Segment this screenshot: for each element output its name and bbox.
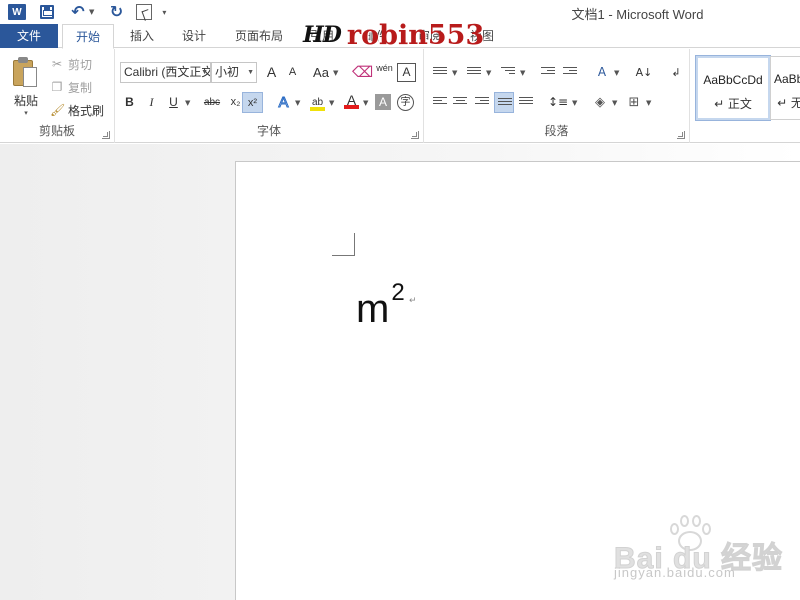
paste-label: 粘贴	[13, 94, 38, 108]
chevron-down-icon[interactable]: ▼	[612, 99, 617, 107]
scissors-icon: ✂	[51, 57, 63, 71]
styles-group: AaBbCcDd ↵ 正文 AaBbl ↵ 无	[690, 49, 800, 143]
paragraph-mark: ↵	[409, 296, 417, 306]
clear-format-icon[interactable]: ⌫	[352, 62, 373, 83]
italic-button[interactable]: I	[141, 92, 162, 113]
numbering-icon[interactable]	[464, 62, 484, 83]
paragraph-launcher-icon[interactable]	[677, 131, 685, 139]
multilevel-list-icon[interactable]	[498, 62, 518, 83]
cut-button[interactable]: ✂ 剪切	[50, 54, 92, 74]
char-shading-button[interactable]: A	[375, 94, 391, 110]
tab-page-layout[interactable]: 页面布局	[233, 24, 285, 48]
chevron-down-icon[interactable]: ▼	[333, 69, 338, 77]
chevron-down-icon: ▼	[247, 69, 254, 76]
align-left-icon[interactable]	[430, 92, 450, 113]
align-right-icon[interactable]	[472, 92, 492, 113]
font-name-select[interactable]: Calibri (西文正文) ▼	[120, 62, 211, 83]
margin-corner-mark	[354, 233, 355, 255]
char-border-button[interactable]: A	[397, 63, 416, 82]
bullets-icon[interactable]	[430, 62, 450, 83]
baidu-watermark: Bai du 经验 jingyan.baidu.com	[612, 513, 792, 583]
paragraph-group-label: 段落	[544, 124, 569, 138]
sort-icon[interactable]: A↓	[634, 62, 654, 83]
font-size-select[interactable]: 小初 ▼	[211, 62, 257, 83]
tab-insert[interactable]: 插入	[126, 24, 158, 48]
chevron-down-icon[interactable]: ▼	[486, 69, 491, 77]
copy-icon: ❐	[51, 80, 63, 94]
author-watermark: HD robin553	[303, 19, 485, 51]
shrink-font-button[interactable]: A	[282, 62, 303, 83]
clipboard-group: 粘贴 ▾ ✂ 剪切 ❐ 复制 🖌 格式刷 剪贴板	[0, 49, 115, 143]
phonetic-guide-button[interactable]: wén	[374, 62, 395, 83]
chevron-down-icon[interactable]: ▼	[614, 69, 619, 77]
increase-indent-icon[interactable]	[560, 62, 580, 83]
paste-button[interactable]: 粘贴 ▾	[6, 55, 46, 121]
chevron-down-icon[interactable]: ▼	[452, 69, 457, 77]
superscript-text: 2	[391, 279, 405, 306]
font-group: Calibri (西文正文) ▼ 小初 ▼ A A Aa ▼ ⌫ wén A B…	[115, 49, 424, 143]
chevron-down-icon[interactable]: ▼	[520, 69, 525, 77]
tab-home[interactable]: 开始	[62, 24, 114, 49]
asian-layout-icon[interactable]: A	[592, 62, 612, 83]
bold-button[interactable]: B	[119, 92, 140, 113]
phonetic-label: wén	[376, 63, 393, 73]
chevron-down-icon[interactable]: ▼	[363, 99, 368, 107]
style-normal[interactable]: AaBbCcDd ↵ 正文	[695, 55, 771, 121]
highlight-button[interactable]: ab	[307, 92, 328, 113]
shading-icon[interactable]: ◈	[590, 92, 610, 113]
style-sample: AaBbl	[773, 72, 800, 86]
style-sample: AaBbCcDd	[703, 73, 763, 87]
style-name: ↵ 正文	[714, 97, 752, 111]
change-case-button[interactable]: Aa	[309, 62, 333, 83]
borders-icon[interactable]: ⊞	[624, 92, 644, 113]
chevron-down-icon[interactable]: ▼	[646, 99, 651, 107]
brush-icon: 🖌	[50, 103, 66, 117]
tab-design[interactable]: 设计	[178, 24, 210, 48]
line-spacing-icon[interactable]: ↕≡	[548, 92, 568, 113]
chevron-down-icon[interactable]: ▼	[295, 99, 300, 107]
paste-icon	[13, 57, 39, 89]
font-size-value: 小初	[215, 65, 240, 79]
underline-button[interactable]: U	[163, 92, 184, 113]
decrease-indent-icon[interactable]	[538, 62, 558, 83]
strikethrough-button[interactable]: abc	[199, 92, 225, 113]
cut-label: 剪切	[68, 57, 93, 72]
text-effects-button[interactable]: A	[273, 92, 294, 113]
ribbon: 粘贴 ▾ ✂ 剪切 ❐ 复制 🖌 格式刷 剪贴板 Calibri (西文正文) …	[0, 49, 800, 143]
watermark-name: robin553	[346, 19, 485, 51]
show-marks-icon[interactable]: ↲	[666, 62, 686, 83]
clipboard-launcher-icon[interactable]	[102, 131, 110, 139]
justify-icon[interactable]	[494, 92, 514, 113]
paragraph-group: ▼ ▼ ▼ A ▼ A↓ ↲ ↕≡ ▼ ◈ ▼ ⊞ ▼ 段落	[424, 49, 690, 143]
format-painter-label: 格式刷	[68, 103, 105, 118]
grow-font-button[interactable]: A	[261, 62, 282, 83]
chevron-down-icon[interactable]: ▼	[329, 99, 334, 107]
superscript-button[interactable]: x²	[242, 92, 263, 113]
font-group-label: 字体	[256, 124, 281, 138]
paste-dropdown-icon[interactable]: ▾	[6, 109, 46, 117]
chevron-down-icon[interactable]: ▼	[572, 99, 577, 107]
chevron-down-icon[interactable]: ▼	[185, 99, 190, 107]
watermark-prefix: HD	[303, 22, 342, 48]
format-painter-button[interactable]: 🖌 格式刷	[50, 100, 104, 120]
copy-button[interactable]: ❐ 复制	[50, 77, 92, 97]
document-text[interactable]: m2	[356, 268, 405, 334]
enclose-char-button[interactable]: 字	[397, 94, 414, 111]
base-text: m	[356, 287, 390, 331]
tab-file[interactable]: 文件	[0, 24, 58, 48]
font-launcher-icon[interactable]	[411, 131, 419, 139]
style-no-spacing[interactable]: AaBbl ↵ 无	[770, 56, 800, 120]
clipboard-group-label: 剪贴板	[38, 124, 75, 138]
baidu-url: jingyan.baidu.com	[614, 565, 736, 580]
chevron-down-icon: ▼	[201, 69, 208, 76]
margin-corner-mark	[332, 255, 355, 256]
font-name-value: Calibri (西文正文)	[124, 65, 211, 79]
align-center-icon[interactable]	[450, 92, 470, 113]
style-name: ↵ 无	[777, 96, 800, 110]
copy-label: 复制	[68, 80, 93, 95]
font-color-button[interactable]: A	[341, 90, 362, 111]
distributed-icon[interactable]	[516, 92, 536, 113]
